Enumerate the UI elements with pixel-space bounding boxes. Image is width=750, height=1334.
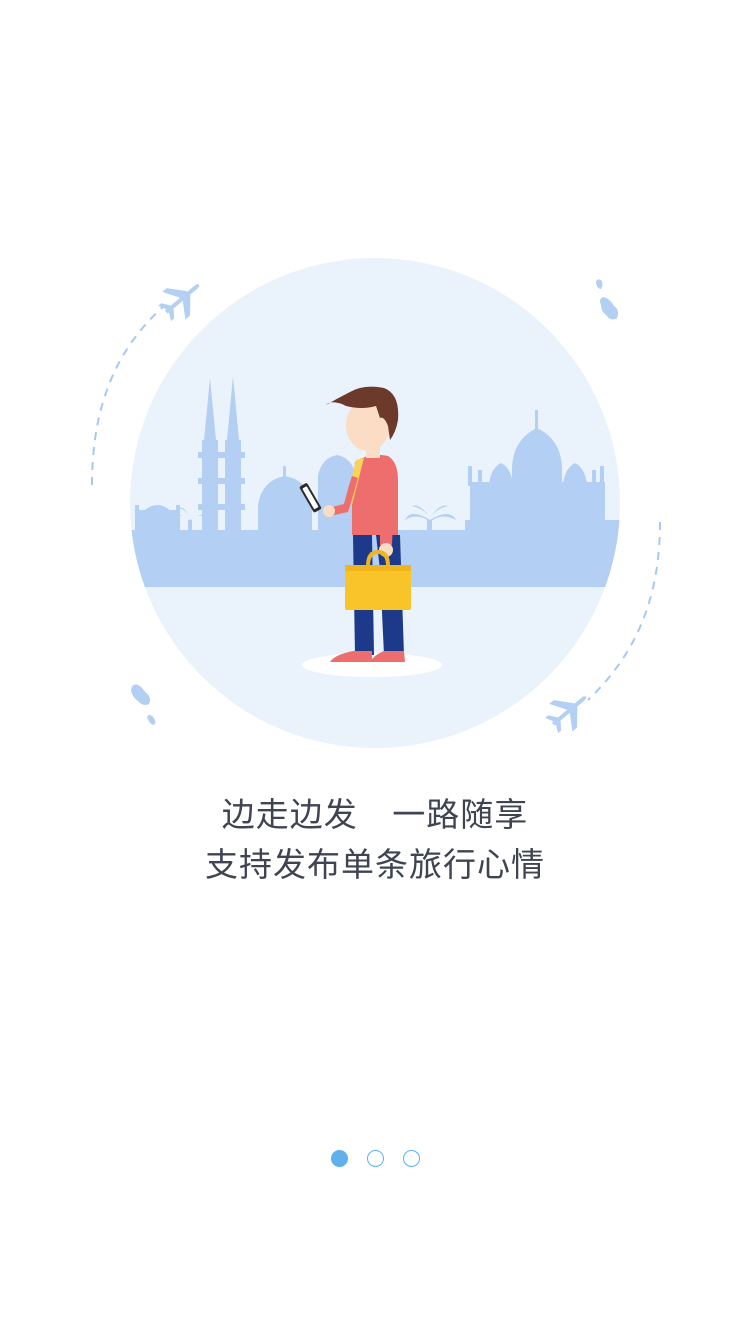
onboarding-caption: 边走边发 一路随享 支持发布单条旅行心情 xyxy=(0,790,750,890)
onboarding-screen[interactable]: 边走边发 一路随享 支持发布单条旅行心情 xyxy=(0,0,750,1334)
page-dot-3[interactable] xyxy=(402,1150,420,1167)
caption-title: 边走边发 一路随享 xyxy=(221,795,529,834)
page-dot-2[interactable] xyxy=(366,1150,384,1167)
airplane-icon xyxy=(545,696,587,734)
cloud-icon xyxy=(131,684,156,725)
airplane-icon xyxy=(158,284,200,322)
page-indicator xyxy=(0,1150,750,1170)
page-dot-1[interactable] xyxy=(330,1150,348,1167)
caption-subtitle: 支持发布单条旅行心情 xyxy=(205,845,545,884)
cloud-icon xyxy=(596,279,618,320)
travel-illustration xyxy=(91,258,661,748)
